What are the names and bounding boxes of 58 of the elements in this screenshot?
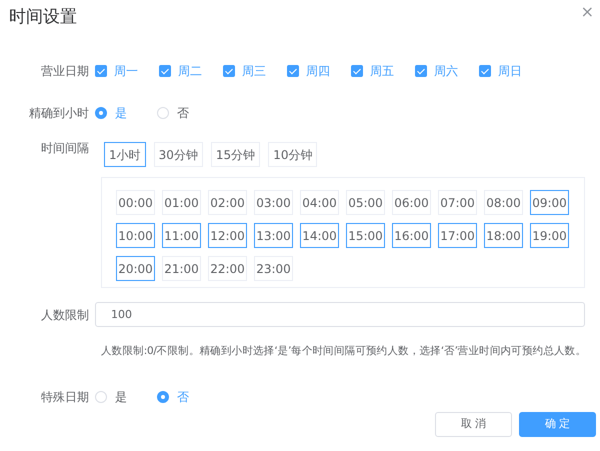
time-slot[interactable]: 01:00 bbox=[162, 190, 201, 215]
time-slot[interactable]: 02:00 bbox=[208, 190, 247, 215]
checkbox[interactable] bbox=[287, 65, 299, 77]
checkbox-label: 周六 bbox=[434, 63, 458, 80]
time-slot[interactable]: 07:00 bbox=[438, 190, 477, 215]
interval-tab[interactable]: 1小时 bbox=[104, 142, 146, 167]
checkbox[interactable] bbox=[223, 65, 235, 77]
checkbox[interactable] bbox=[159, 65, 171, 77]
interval-tab[interactable]: 10分钟 bbox=[268, 142, 318, 167]
time-slot[interactable]: 15:00 bbox=[346, 223, 385, 248]
interval-tab[interactable]: 30分钟 bbox=[154, 142, 203, 167]
cancel-button[interactable]: 取 消 bbox=[435, 412, 512, 437]
time-slot[interactable]: 23:00 bbox=[254, 256, 293, 281]
time-slot[interactable]: 03:00 bbox=[254, 190, 293, 215]
time-slot[interactable]: 00:00 bbox=[116, 190, 155, 215]
radio-button[interactable] bbox=[95, 107, 107, 119]
time-slot[interactable]: 05:00 bbox=[346, 190, 385, 215]
radio-label: 否 bbox=[177, 105, 189, 122]
time-slot[interactable]: 10:00 bbox=[116, 223, 155, 248]
field-label: 特殊日期 bbox=[41, 390, 89, 404]
interval-tab[interactable]: 15分钟 bbox=[210, 142, 260, 167]
checkbox[interactable] bbox=[95, 65, 107, 77]
time-slot[interactable]: 09:00 bbox=[530, 190, 569, 215]
checkbox[interactable] bbox=[351, 65, 363, 77]
field-label: 精确到小时 bbox=[29, 106, 89, 120]
checkbox-label: 周三 bbox=[242, 63, 266, 80]
radio-button[interactable] bbox=[157, 390, 169, 403]
close-button[interactable]: × bbox=[580, 4, 594, 20]
time-slot[interactable]: 08:00 bbox=[484, 190, 523, 215]
time-slot[interactable]: 21:00 bbox=[162, 256, 201, 281]
checkbox[interactable] bbox=[479, 65, 491, 77]
checkbox-label: 周二 bbox=[178, 63, 202, 80]
time-slot[interactable]: 17:00 bbox=[438, 223, 477, 248]
checkbox-label: 周一 bbox=[114, 63, 138, 80]
field-label: 营业日期 bbox=[41, 64, 89, 78]
time-slot[interactable]: 14:00 bbox=[300, 223, 339, 248]
time-slot[interactable]: 20:00 bbox=[116, 256, 155, 281]
time-slot[interactable]: 18:00 bbox=[484, 223, 523, 248]
time-slot[interactable]: 04:00 bbox=[300, 190, 339, 215]
field-label: 人数限制 bbox=[41, 308, 89, 322]
checkbox-label: 周日 bbox=[498, 63, 522, 80]
time-slot[interactable]: 22:00 bbox=[208, 256, 247, 281]
limit-input[interactable]: 100 bbox=[95, 302, 585, 327]
field-label: 时间间隔 bbox=[41, 141, 89, 155]
dialog-title: 时间设置 bbox=[9, 6, 77, 28]
checkbox-label: 周五 bbox=[370, 63, 394, 80]
time-slot[interactable]: 19:00 bbox=[530, 223, 569, 248]
time-slot[interactable]: 16:00 bbox=[392, 223, 431, 248]
checkbox-label: 周四 bbox=[306, 63, 330, 80]
radio-label: 是 bbox=[115, 105, 127, 122]
checkbox[interactable] bbox=[415, 65, 427, 77]
time-slot[interactable]: 12:00 bbox=[208, 223, 247, 248]
time-slot[interactable]: 13:00 bbox=[254, 223, 293, 248]
hint-text: 人数限制:0/不限制。精确到小时选择‘是’每个时间间隔可预约人数，选择‘否’营业时间内可预约总人数。 bbox=[101, 344, 588, 359]
radio-label: 否 bbox=[177, 388, 189, 406]
radio-label: 是 bbox=[115, 388, 127, 406]
time-slot[interactable]: 11:00 bbox=[162, 223, 201, 248]
time-slot[interactable]: 06:00 bbox=[392, 190, 431, 215]
